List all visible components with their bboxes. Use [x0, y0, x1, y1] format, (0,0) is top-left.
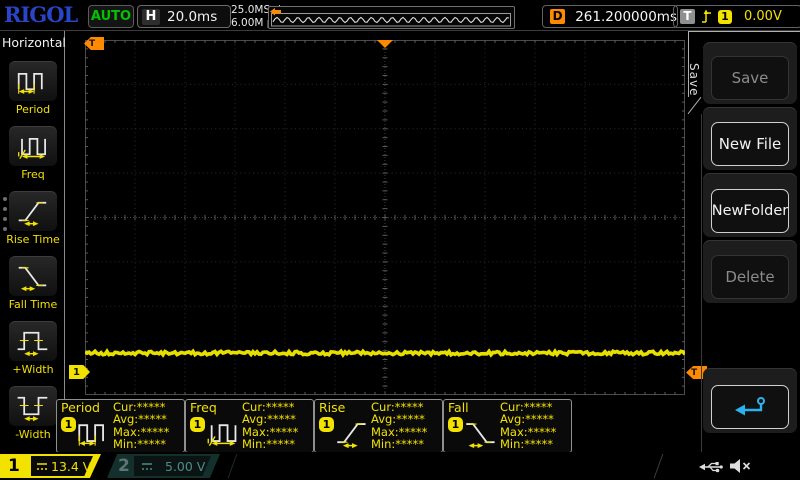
channel-status-bar: 1 13.4 V 2 5.00 V	[0, 452, 800, 480]
measurement-values: Cur:***** Avg:***** Max:***** Min:*****	[371, 401, 427, 451]
fall-time-icon	[13, 259, 53, 292]
softkey-delete[interactable]: Delete	[703, 240, 797, 303]
measurement-title: Freq	[190, 400, 217, 415]
horizontal-scale-value: 20.0ms	[167, 9, 217, 25]
channel1-scale: 13.4 V	[51, 459, 91, 474]
menu-item-period[interactable]: Period	[2, 60, 64, 116]
waveform-preview-strip[interactable]	[268, 6, 515, 29]
channel2-number: 2	[118, 456, 130, 476]
softkey-back[interactable]	[703, 368, 797, 433]
right-menu-edge-line	[701, 114, 702, 452]
measurement-values: Cur:***** Avg:***** Max:***** Min:*****	[242, 401, 298, 451]
speaker-muted-icon	[728, 457, 752, 475]
dc-coupling-icon	[141, 462, 153, 471]
rise-time-icon	[332, 415, 372, 449]
oscilloscope-screen: RIGOL AUTO H 20.0ms 25.0MSa/s 6.00M pts …	[0, 0, 800, 480]
return-arrow-icon	[731, 395, 769, 419]
channel1-status[interactable]: 1 13.4 V	[0, 454, 101, 478]
trigger-level-value: 0.00V	[744, 9, 782, 24]
save-button[interactable]: Save	[711, 56, 789, 100]
measurement-panel-rise: Rise 1 Cur:***** Avg:***** Max:***** Min…	[314, 399, 443, 453]
right-menu-tab-label: Save	[687, 48, 701, 112]
pos-width-icon	[13, 324, 53, 357]
right-save-menu: Save Save New File NewFolder Delete	[688, 31, 800, 452]
delete-button[interactable]: Delete	[711, 255, 789, 299]
trigger-position-triangle	[377, 40, 393, 48]
menu-item-neg-width[interactable]: -Width	[2, 385, 64, 441]
measurement-panel-fall: Fall 1 Cur:***** Avg:***** Max:***** Min…	[443, 399, 572, 453]
menu-page-dot	[3, 227, 7, 231]
bottombar-separator	[654, 454, 664, 478]
new-folder-button[interactable]: NewFolder	[711, 189, 789, 233]
trigger-readout-box[interactable]: T 1 0.00V	[673, 5, 800, 28]
bottombar-separator	[228, 454, 238, 478]
topbar-separator	[0, 30, 800, 31]
measurement-title: Rise	[319, 400, 345, 415]
delay-label-badge: D	[550, 9, 565, 24]
menu-item-freq[interactable]: Freq	[2, 125, 64, 181]
menu-item-pos-width[interactable]: +Width	[2, 320, 64, 376]
left-menu-title: Horizontal	[2, 35, 66, 50]
delay-value: 261.200000ms	[575, 9, 677, 25]
softkey-save[interactable]: Save	[703, 42, 797, 104]
channel2-status[interactable]: 2 5.00 V	[107, 454, 220, 478]
period-icon	[74, 415, 114, 449]
run-status-badge: AUTO	[88, 5, 134, 28]
measurement-title: Fall	[448, 400, 469, 415]
scope-display	[85, 40, 685, 395]
measurement-title: Period	[61, 400, 100, 415]
horizontal-scale-box[interactable]: H 20.0ms	[137, 5, 231, 28]
rise-time-icon	[13, 194, 53, 227]
channel1-scale-box: 13.4 V	[31, 456, 93, 476]
delay-readout-box[interactable]: D 261.200000ms	[542, 5, 678, 28]
horizontal-label: H	[142, 9, 160, 25]
neg-width-icon	[13, 389, 53, 422]
menu-page-dot	[3, 217, 7, 221]
back-button[interactable]	[711, 385, 789, 429]
softkey-new-folder[interactable]: NewFolder	[703, 173, 797, 237]
usb-icon	[697, 459, 723, 475]
preview-wave-icon	[269, 7, 514, 28]
measurement-panel-freq: Freq 1 Cur:***** Avg:***** Max:***** Min…	[185, 399, 314, 453]
menu-item-fall-time[interactable]: Fall Time	[2, 255, 64, 311]
fall-time-icon	[461, 415, 501, 449]
freq-icon	[13, 129, 53, 162]
measurement-values: Cur:***** Avg:***** Max:***** Min:*****	[500, 401, 556, 451]
menu-page-dot	[3, 207, 7, 211]
softkey-new-file[interactable]: New File	[703, 107, 797, 170]
channel2-scale: 5.00 V	[165, 459, 205, 474]
new-file-button[interactable]: New File	[711, 122, 789, 166]
rigol-logo: RIGOL	[4, 2, 77, 27]
dc-coupling-icon	[36, 462, 48, 471]
right-menu-topline	[688, 31, 800, 32]
menu-item-rise-time[interactable]: Rise Time	[2, 190, 64, 246]
left-measure-menu: Horizontal Period Freq	[0, 31, 66, 452]
measurement-values: Cur:***** Avg:***** Max:***** Min:*****	[113, 401, 169, 451]
trigger-source-badge: 1	[718, 10, 732, 24]
period-icon	[13, 64, 53, 97]
left-menu-divider	[64, 31, 65, 452]
trigger-label-badge: T	[680, 9, 695, 24]
freq-icon	[203, 415, 243, 449]
trigger-edge-icon	[701, 9, 712, 24]
graticule	[85, 40, 685, 395]
channel1-number: 1	[8, 456, 20, 476]
menu-page-dot	[3, 197, 7, 201]
measurement-panel-period: Period 1 Cur:***** Avg:***** Max:***** M…	[56, 399, 185, 453]
channel2-scale-box: 5.00 V	[134, 456, 211, 476]
